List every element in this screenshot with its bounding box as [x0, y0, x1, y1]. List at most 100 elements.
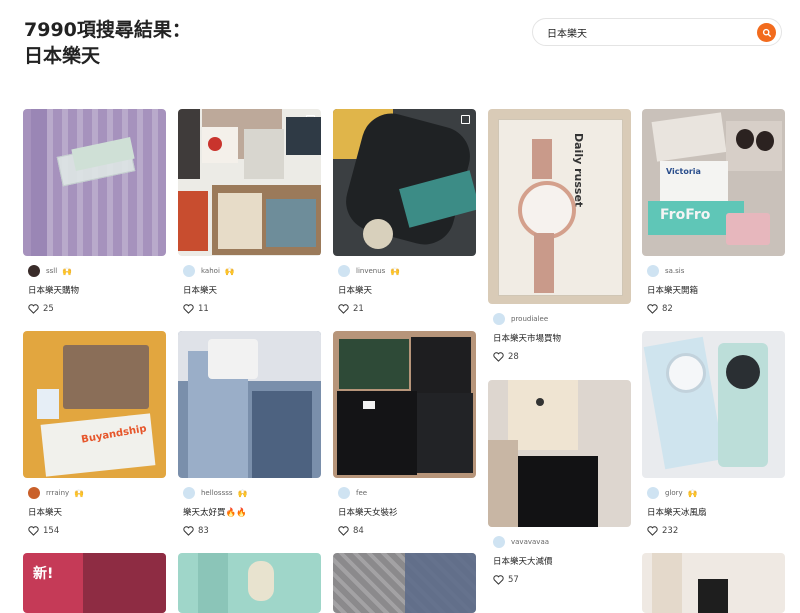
clap-badge-icon: 🙌	[687, 488, 698, 498]
post-card[interactable]	[642, 553, 785, 613]
heart-icon	[28, 304, 39, 314]
multi-image-icon	[461, 115, 470, 124]
heart-icon	[183, 304, 194, 314]
like-number: 25	[43, 304, 54, 314]
avatar[interactable]	[338, 265, 350, 277]
post-card[interactable]: hellossss 🙌 樂天太好買🔥🔥 83	[178, 331, 321, 536]
username[interactable]: linvenus	[356, 267, 385, 275]
like-count[interactable]: 28	[488, 352, 631, 362]
post-title[interactable]: 日本樂天開箱	[642, 284, 785, 296]
post-card[interactable]	[333, 553, 476, 613]
magazine-text: 新!	[33, 566, 54, 582]
clap-badge-icon: 🙌	[237, 488, 248, 498]
post-card[interactable]: glory 🙌 日本樂天冰風扇 232	[642, 331, 785, 536]
post-image[interactable]: 新!	[23, 553, 166, 613]
like-count[interactable]: 83	[178, 526, 321, 536]
avatar[interactable]	[28, 265, 40, 277]
clap-badge-icon: 🙌	[74, 488, 85, 498]
like-number: 232	[662, 526, 679, 536]
avatar[interactable]	[28, 487, 40, 499]
post-image[interactable]	[178, 553, 321, 613]
username[interactable]: ssll	[46, 267, 57, 275]
heart-icon	[338, 526, 349, 536]
post-title[interactable]: 樂天太好買🔥🔥	[178, 506, 321, 518]
heart-icon	[647, 304, 658, 314]
victoria-text: Victoria	[666, 167, 701, 176]
post-title[interactable]: 日本樂天女裝衫	[333, 506, 476, 518]
username[interactable]: glory	[665, 489, 683, 497]
username[interactable]: hellossss	[201, 489, 233, 497]
like-count[interactable]: 232	[642, 526, 785, 536]
post-card[interactable]: Victoria FroFro sa.sis 日本樂天開箱 82	[642, 109, 785, 314]
search-icon	[762, 28, 771, 37]
post-title[interactable]: 日本樂天	[333, 284, 476, 296]
post-title[interactable]: 日本樂天冰風扇	[642, 506, 785, 518]
avatar[interactable]	[493, 313, 505, 325]
clap-badge-icon: 🙌	[224, 266, 235, 276]
avatar[interactable]	[647, 487, 659, 499]
post-title[interactable]: 日本樂天市場買物	[488, 332, 631, 344]
like-count[interactable]: 82	[642, 304, 785, 314]
like-count[interactable]: 154	[23, 526, 166, 536]
heart-icon	[647, 526, 658, 536]
post-image[interactable]	[488, 380, 631, 527]
post-image[interactable]	[333, 109, 476, 256]
post-title[interactable]: 日本樂天	[178, 284, 321, 296]
avatar[interactable]	[183, 487, 195, 499]
heart-icon	[183, 526, 194, 536]
post-image[interactable]: Victoria FroFro	[642, 109, 785, 256]
like-number: 154	[43, 526, 60, 536]
search-input[interactable]	[547, 19, 747, 45]
heart-icon	[28, 526, 39, 536]
box-brand-text: Daily russet	[572, 133, 585, 208]
like-number: 83	[198, 526, 209, 536]
post-card[interactable]: vavavavaa 日本樂天大減價 57	[488, 380, 631, 585]
username[interactable]: sa.sis	[665, 267, 684, 275]
post-card[interactable]: Daily russet proudialee 日本樂天市場買物 28	[488, 109, 631, 362]
post-image[interactable]	[642, 331, 785, 478]
username[interactable]: fee	[356, 489, 367, 497]
query-heading: 日本樂天	[24, 45, 101, 67]
post-image[interactable]	[642, 553, 785, 613]
like-count[interactable]: 57	[488, 575, 631, 585]
post-card[interactable]: ssll 🙌 日本樂天購物 25	[23, 109, 166, 314]
username[interactable]: rrrainy	[46, 489, 69, 497]
like-number: 84	[353, 526, 364, 536]
like-count[interactable]: 11	[178, 304, 321, 314]
post-card[interactable]: Buyandship rrrainy 🙌 日本樂天 154	[23, 331, 166, 536]
post-card[interactable]: kahoi 🙌 日本樂天 11	[178, 109, 321, 314]
search-button[interactable]	[757, 23, 776, 42]
heart-icon	[493, 575, 504, 585]
avatar[interactable]	[647, 265, 659, 277]
clap-badge-icon: 🙌	[390, 266, 401, 276]
post-card[interactable]: fee 日本樂天女裝衫 84	[333, 331, 476, 536]
like-number: 11	[198, 304, 209, 314]
like-number: 21	[353, 304, 364, 314]
post-image[interactable]	[178, 109, 321, 256]
post-title[interactable]: 日本樂天	[23, 506, 166, 518]
post-card[interactable]: linvenus 🙌 日本樂天 21	[333, 109, 476, 314]
like-count[interactable]: 25	[23, 304, 166, 314]
search-bar	[532, 18, 782, 46]
post-image[interactable]	[23, 109, 166, 256]
username[interactable]: kahoi	[201, 267, 220, 275]
avatar[interactable]	[183, 265, 195, 277]
post-image[interactable]: Daily russet	[488, 109, 631, 304]
post-card[interactable]: 新!	[23, 553, 166, 613]
username[interactable]: proudialee	[511, 315, 548, 323]
post-image[interactable]	[333, 331, 476, 478]
post-title[interactable]: 日本樂天購物	[23, 284, 166, 296]
avatar[interactable]	[493, 536, 505, 548]
post-image[interactable]: Buyandship	[23, 331, 166, 478]
like-number: 82	[662, 304, 673, 314]
clap-badge-icon: 🙌	[62, 266, 73, 276]
post-image[interactable]	[178, 331, 321, 478]
frofro-text: FroFro	[660, 207, 711, 223]
avatar[interactable]	[338, 487, 350, 499]
post-title[interactable]: 日本樂天大減價	[488, 555, 631, 567]
username[interactable]: vavavavaa	[511, 538, 549, 546]
post-card[interactable]	[178, 553, 321, 613]
like-count[interactable]: 21	[333, 304, 476, 314]
post-image[interactable]	[333, 553, 476, 613]
like-count[interactable]: 84	[333, 526, 476, 536]
